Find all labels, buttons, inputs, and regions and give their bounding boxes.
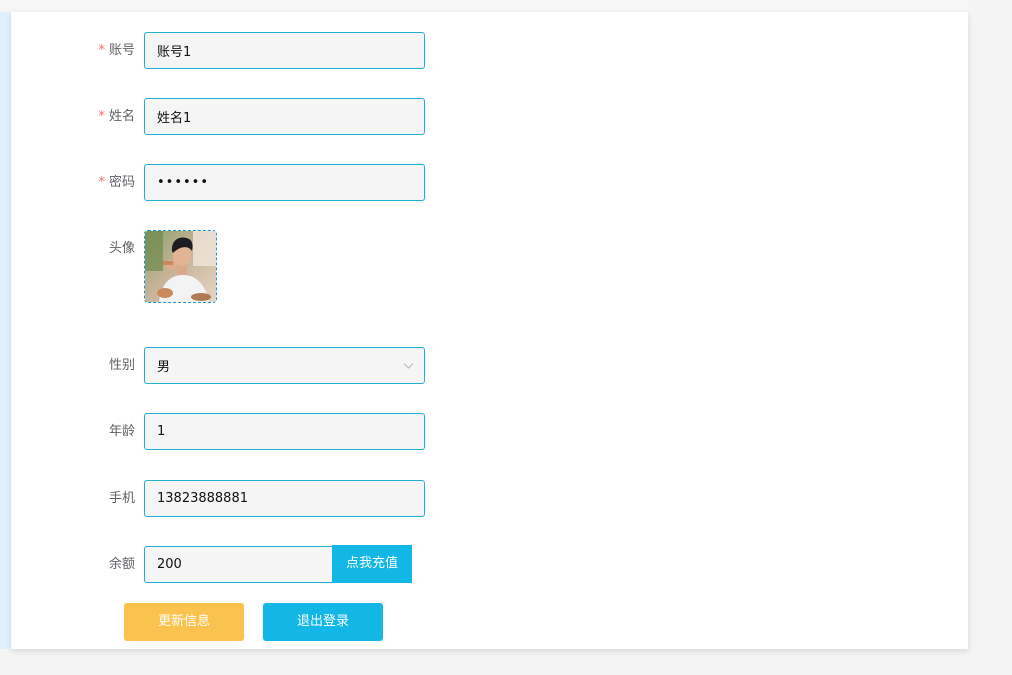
- avatar-image: [145, 231, 216, 302]
- password-value: ••••••: [157, 175, 210, 190]
- gender-select[interactable]: 男: [144, 347, 425, 384]
- account-row: * 账号 账号1: [11, 32, 968, 70]
- required-marker: *: [98, 175, 105, 190]
- account-label: * 账号: [98, 43, 135, 58]
- balance-input[interactable]: 200: [144, 546, 332, 583]
- balance-value: 200: [157, 557, 182, 572]
- password-row: * 密码 ••••••: [11, 164, 968, 202]
- name-value: 姓名1: [157, 111, 192, 126]
- phone-row: 手机 13823888881: [11, 480, 968, 518]
- name-input[interactable]: 姓名1: [144, 98, 425, 135]
- avatar-upload[interactable]: [144, 230, 217, 303]
- password-input[interactable]: ••••••: [144, 164, 425, 201]
- age-row: 年龄 1: [11, 413, 968, 451]
- avatar-row: 头像: [11, 230, 968, 305]
- recharge-button[interactable]: 点我充值: [332, 545, 412, 583]
- gender-value: 男: [157, 360, 171, 375]
- age-value: 1: [157, 424, 166, 439]
- balance-row: 余额 200 点我充值: [11, 545, 968, 584]
- balance-label: 余额: [108, 557, 135, 572]
- sidebar-edge: [0, 12, 11, 649]
- logout-button[interactable]: 退出登录: [263, 603, 383, 641]
- gender-row: 性别 男: [11, 347, 968, 385]
- phone-input[interactable]: 13823888881: [144, 480, 425, 517]
- phone-value: 13823888881: [157, 491, 248, 506]
- profile-form-card: * 账号 账号1 * 姓名 姓名1 * 密码 •••••• 头像 性别 男 年龄…: [11, 12, 968, 649]
- chevron-down-icon: [403, 363, 414, 369]
- required-marker: *: [98, 109, 105, 124]
- age-label: 年龄: [108, 424, 135, 439]
- account-input[interactable]: 账号1: [144, 32, 425, 69]
- update-info-button[interactable]: 更新信息: [124, 603, 244, 641]
- password-label: * 密码: [98, 175, 135, 190]
- required-marker: *: [98, 43, 105, 58]
- gender-label: 性别: [108, 358, 135, 373]
- name-label: * 姓名: [98, 109, 135, 124]
- phone-label: 手机: [108, 491, 135, 506]
- avatar-label: 头像: [108, 241, 135, 256]
- age-input[interactable]: 1: [144, 413, 425, 450]
- account-value: 账号1: [157, 45, 192, 60]
- name-row: * 姓名 姓名1: [11, 98, 968, 136]
- top-strip: [0, 0, 968, 12]
